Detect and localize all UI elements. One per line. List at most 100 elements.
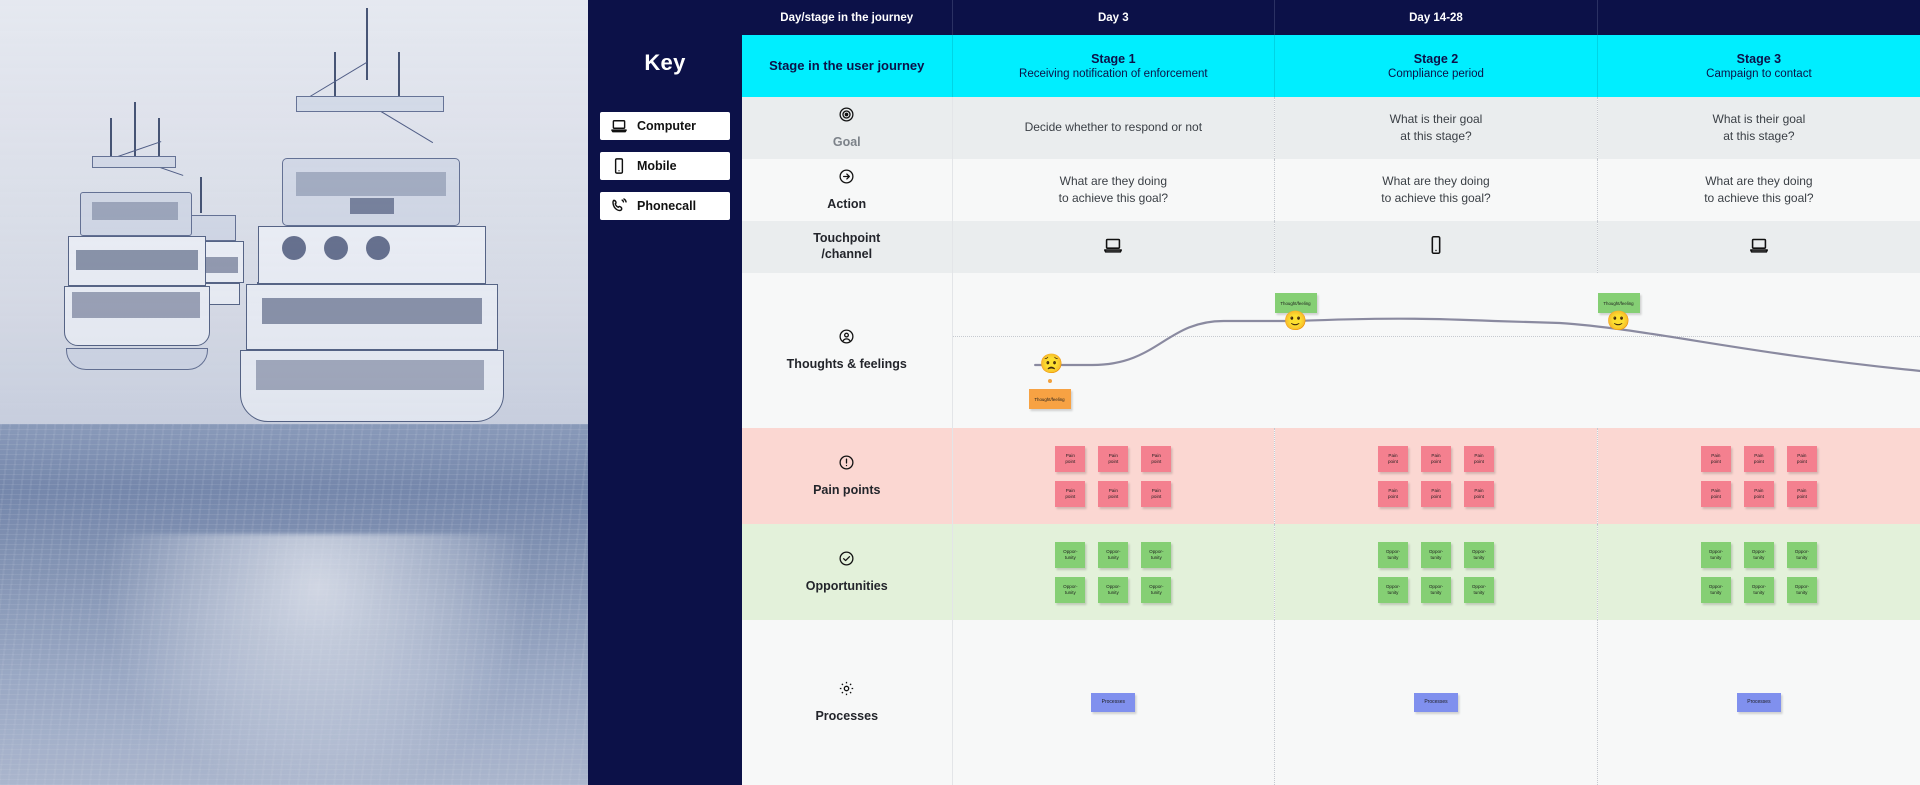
sticky-note-opportunity[interactable]: Oppor-tunity	[1786, 541, 1817, 568]
stage-header-cell-1: Stage 1 Receiving notification of enforc…	[952, 35, 1276, 97]
row-goal: Goal Decide whether to respond or not Wh…	[742, 97, 1920, 159]
sticky-note-opportunity[interactable]: Oppor-tunity	[1786, 576, 1817, 603]
emotion-curve-cell: Thought/feeling 😟 Thought/feeling 🙂 Thou…	[952, 273, 1920, 428]
key-item-label: Mobile	[637, 159, 677, 173]
hero-photo	[0, 0, 588, 785]
action-cell-stage3: What are they doing to achieve this goal?	[1597, 159, 1920, 221]
sticky-note-pain[interactable]: Pain point	[1463, 445, 1494, 472]
row-label-text: Thoughts & feelings	[786, 357, 907, 372]
sticky-note-opportunity[interactable]: Oppor-tunity	[1700, 576, 1731, 603]
sticky-note-pain[interactable]: Pain point	[1463, 480, 1494, 507]
row-label-pain-points: Pain points	[742, 428, 953, 524]
sticky-note-pain[interactable]: Pain point	[1377, 480, 1408, 507]
day-header-stage3	[1597, 0, 1920, 35]
sticky-note-pain[interactable]: Pain point	[1420, 480, 1451, 507]
pain-cell-stage2: Pain point Pain point Pain point Pain point …	[1274, 428, 1598, 524]
laptop-icon	[1748, 238, 1770, 260]
key-legend-list: Computer Mobile Phonecall	[588, 112, 742, 220]
laptop-icon	[1102, 238, 1124, 260]
sticky-note-opportunity[interactable]: Oppor-tunity	[1141, 576, 1172, 603]
sticky-note-opportunity[interactable]: Oppor-tunity	[1463, 541, 1494, 568]
sticky-note-pain[interactable]: Pain point	[1098, 445, 1129, 472]
stage-header-label: Stage in the user journey	[742, 35, 953, 97]
photo-duotone-overlay	[0, 0, 588, 785]
cell-text: What are they doing to achieve this goal?	[1381, 173, 1491, 205]
thought-note-stage1[interactable]: Thought/feeling	[1028, 389, 1071, 409]
cell-text: What is their goal at this stage?	[1389, 111, 1483, 143]
sticky-note-opportunity[interactable]: Oppor-tunity	[1700, 541, 1731, 568]
day-header-stage1: Day 3	[952, 0, 1276, 35]
row-touchpoint: Touchpoint/channel	[742, 221, 1920, 273]
goal-cell-stage2: What is their goal at this stage?	[1274, 97, 1598, 159]
sticky-note-pain[interactable]: Pain point	[1743, 480, 1774, 507]
sticky-note-pain[interactable]: Pain point	[1141, 480, 1172, 507]
laptop-icon	[610, 117, 628, 135]
row-label-text: Opportunities	[805, 578, 888, 593]
stage-subtitle: Campaign to contact	[1706, 68, 1812, 80]
sticky-note-pain[interactable]: Pain point	[1700, 480, 1731, 507]
thought-note-text: Thought/feeling	[1034, 396, 1065, 402]
opportunity-note-grid: Oppor-tunity Oppor-tunity Oppor-tunity O…	[953, 541, 1275, 603]
sticky-note-opportunity[interactable]: Oppor-tunity	[1420, 541, 1451, 568]
sticky-note-pain[interactable]: Pain point	[1055, 445, 1086, 472]
touchpoint-cell-stage1	[952, 221, 1276, 273]
row-label-text: Processes	[815, 709, 879, 724]
sticky-note-opportunity[interactable]: Oppor-tunity	[1420, 576, 1451, 603]
sticky-note-pain[interactable]: Pain point	[1786, 480, 1817, 507]
journey-table-region: Day/stage in the journey Day 3 Day 14-28…	[742, 0, 1920, 785]
sticky-note-opportunity[interactable]: Oppor-tunity	[1743, 541, 1774, 568]
mobile-icon	[1425, 235, 1447, 260]
sticky-note-pain[interactable]: Pain point	[1743, 445, 1774, 472]
cell-text: What are they doing to achieve this goal?	[1704, 173, 1814, 205]
stage-subtitle: Compliance period	[1388, 68, 1484, 80]
sticky-note-pain[interactable]: Pain point	[1055, 480, 1086, 507]
goal-cell-stage3: What is their goal at this stage?	[1597, 97, 1920, 159]
row-label-text: Goal	[832, 134, 861, 149]
sticky-note-pain[interactable]: Pain point	[1377, 445, 1408, 472]
sticky-note-opportunity[interactable]: Oppor-tunity	[1743, 576, 1774, 603]
opportunity-cell-stage3: Oppor-tunity Oppor-tunity Oppor-tunity O…	[1597, 524, 1920, 620]
emotion-emoji-stage1: 😟	[1039, 353, 1064, 375]
sticky-note-opportunity[interactable]: Oppor-tunity	[1141, 541, 1172, 568]
stage-header-cell-2: Stage 2 Compliance period	[1274, 35, 1598, 97]
process-note-wrap: Processes	[953, 693, 1275, 712]
sticky-note-process[interactable]: Processes	[1091, 693, 1136, 712]
key-item-mobile[interactable]: Mobile	[600, 152, 730, 180]
action-cell-stage2: What are they doing to achieve this goal?	[1274, 159, 1598, 221]
key-item-label: Computer	[637, 119, 697, 133]
process-note-wrap: Processes	[1598, 693, 1920, 712]
sticky-note-pain[interactable]: Pain point	[1141, 445, 1172, 472]
sticky-note-opportunity[interactable]: Oppor-tunity	[1377, 576, 1408, 603]
key-panel-title: Key	[644, 50, 686, 75]
stage-subtitle: Receiving notification of enforcement	[1019, 68, 1208, 80]
touchpoint-cell-stage3	[1597, 221, 1920, 273]
sticky-note-opportunity[interactable]: Oppor-tunity	[1463, 576, 1494, 603]
sticky-note-opportunity[interactable]: Oppor-tunity	[1055, 541, 1086, 568]
day-header-row: Day/stage in the journey Day 3 Day 14-28	[742, 0, 1920, 35]
stage-header-row: Stage in the user journey Stage 1 Receiv…	[742, 35, 1920, 97]
sticky-note-process[interactable]: Processes	[1413, 693, 1458, 712]
key-item-computer[interactable]: Computer	[600, 112, 730, 140]
journey-table: Day/stage in the journey Day 3 Day 14-28…	[742, 0, 1920, 785]
target-icon	[838, 106, 855, 128]
sticky-note-opportunity[interactable]: Oppor-tunity	[1098, 576, 1129, 603]
exclamation-circle-icon	[838, 454, 855, 476]
sticky-note-pain[interactable]: Pain point	[1098, 480, 1129, 507]
stage-name: Stage 1	[1091, 52, 1136, 66]
sticky-note-process[interactable]: Processes	[1736, 693, 1781, 712]
row-label-touchpoint: Touchpoint/channel	[742, 221, 953, 273]
sticky-note-pain[interactable]: Pain point	[1420, 445, 1451, 472]
key-item-phonecall[interactable]: Phonecall	[600, 192, 730, 220]
emotion-curve-layer: Thought/feeling 😟 Thought/feeling 🙂 Thou…	[952, 273, 1920, 428]
row-pain-points: Pain points Pain point Pain point Pain poin…	[742, 428, 1920, 524]
sticky-note-opportunity[interactable]: Oppor-tunity	[1098, 541, 1129, 568]
sticky-note-pain[interactable]: Pain point	[1786, 445, 1817, 472]
process-cell-stage2: Processes	[1274, 620, 1598, 785]
thought-note-connector-stage1	[1047, 379, 1052, 383]
day-header-stage2: Day 14-28	[1274, 0, 1598, 35]
row-label-processes: Processes	[742, 620, 953, 785]
sticky-note-opportunity[interactable]: Oppor-tunity	[1055, 576, 1086, 603]
sticky-note-opportunity[interactable]: Oppor-tunity	[1377, 541, 1408, 568]
cell-text: What are they doing to achieve this goal?	[1058, 173, 1169, 205]
sticky-note-pain[interactable]: Pain point	[1700, 445, 1731, 472]
